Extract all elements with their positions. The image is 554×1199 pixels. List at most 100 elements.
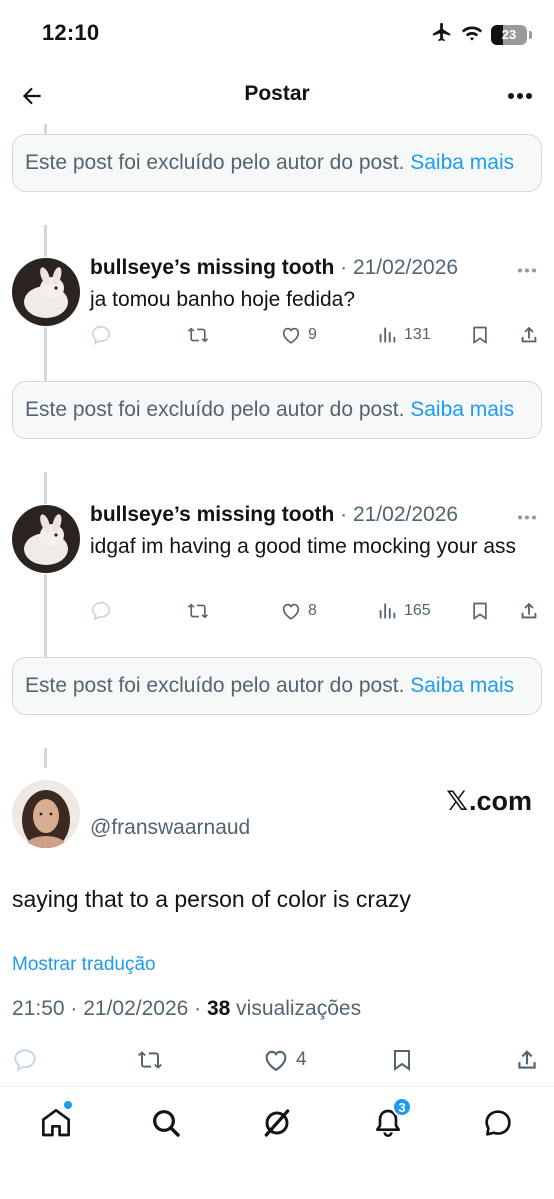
like-button[interactable]: 4 (262, 1044, 307, 1076)
repost-icon (187, 327, 209, 343)
view-count: 165 (404, 602, 431, 619)
analytics-icon (379, 603, 396, 619)
status-bar: 12:10 23 (0, 0, 554, 66)
notifications-badge: 3 (392, 1097, 412, 1117)
more-horizontal-icon (508, 93, 532, 99)
thread-line (44, 748, 47, 768)
share-icon (521, 326, 537, 343)
reply-post[interactable]: bullseye’s missing tooth · 21/02/2026 id… (0, 503, 554, 633)
post-actions: 4 (12, 1044, 542, 1076)
repost-button[interactable] (136, 1044, 164, 1076)
reply-header: bullseye’s missing tooth · 21/02/2026 (90, 503, 459, 526)
reply-button[interactable] (12, 1044, 38, 1076)
bookmark-button[interactable] (470, 596, 490, 626)
post-date: 21/02/2026 (352, 256, 459, 279)
nav-notifications[interactable]: 3 (368, 1097, 412, 1143)
like-count: 8 (308, 602, 317, 619)
bookmark-button[interactable] (470, 320, 490, 350)
bookmark-icon (394, 1050, 410, 1071)
repost-button[interactable] (186, 320, 210, 350)
avatar[interactable] (12, 505, 80, 573)
x-com-watermark: 𝕏 .com (446, 786, 532, 816)
share-button[interactable] (518, 596, 540, 626)
author-name[interactable]: bullseye’s missing tooth (90, 256, 334, 279)
views-button[interactable]: 131 (376, 320, 431, 350)
comment-icon (91, 325, 111, 345)
repost-icon (138, 1051, 162, 1069)
share-button[interactable] (514, 1044, 540, 1076)
post-text: saying that to a person of color is craz… (12, 886, 411, 912)
bookmark-icon (473, 602, 487, 621)
learn-more-link[interactable]: Saiba mais (410, 398, 514, 421)
bookmark-button[interactable] (390, 1044, 414, 1076)
comment-icon (91, 601, 111, 621)
thread-line (44, 472, 47, 504)
airplane-icon (431, 21, 453, 48)
heart-icon (282, 603, 300, 620)
heart-icon (265, 1050, 287, 1072)
battery-indicator: 23 (491, 24, 527, 45)
more-horizontal-icon (518, 268, 536, 272)
reply-actions: 9 131 (90, 320, 542, 350)
author-name[interactable]: bullseye’s missing tooth (90, 503, 334, 526)
analytics-icon (379, 327, 396, 343)
bottom-nav: 3 (0, 1086, 554, 1199)
share-button[interactable] (518, 320, 540, 350)
post-metadata: 21:50 · 21/02/2026 · 38 visualizações (12, 997, 362, 1020)
page-title: Postar (244, 82, 310, 105)
share-icon (521, 602, 537, 619)
wifi-icon (461, 23, 483, 46)
repost-icon (187, 603, 209, 619)
share-icon (518, 1050, 536, 1069)
avatar[interactable] (12, 780, 80, 848)
thread-line (44, 225, 47, 257)
reply-more-button[interactable] (514, 260, 540, 280)
reply-button[interactable] (90, 596, 112, 626)
more-horizontal-icon (518, 515, 536, 519)
post-date: 21/02/2026 (352, 503, 459, 526)
bookmark-icon (473, 326, 487, 345)
deleted-post-notice: Este post foi excluído pelo autor do pos… (12, 134, 542, 192)
view-count: 131 (404, 326, 431, 343)
search-icon (153, 1110, 180, 1137)
nav-messages[interactable] (478, 1103, 518, 1143)
status-time: 12:10 (42, 20, 100, 45)
home-notification-dot (64, 1101, 72, 1109)
reply-actions: 8 165 (90, 596, 542, 626)
thread-line (44, 124, 47, 134)
reply-header: bullseye’s missing tooth · 21/02/2026 (90, 256, 459, 279)
show-translation-link[interactable]: Mostrar tradução (12, 954, 156, 976)
reply-more-button[interactable] (514, 507, 540, 527)
reply-text: idgaf im having a good time mocking your… (90, 535, 517, 558)
deleted-post-notice: Este post foi excluído pelo autor do pos… (12, 381, 542, 439)
views-button[interactable]: 165 (376, 596, 431, 626)
chat-bubble-icon (485, 1110, 511, 1136)
like-button[interactable]: 8 (280, 596, 317, 626)
like-count: 4 (296, 1049, 307, 1070)
heart-icon (282, 327, 300, 344)
post-timestamp: 21:50 · 21/02/2026 · (12, 997, 207, 1020)
repost-button[interactable] (186, 596, 210, 626)
author-handle[interactable]: @franswaarnaud (90, 816, 250, 840)
avatar[interactable] (12, 258, 80, 326)
nav-search[interactable] (146, 1103, 186, 1143)
learn-more-link[interactable]: Saiba mais (410, 674, 514, 697)
grok-icon (264, 1109, 290, 1137)
reply-post[interactable]: bullseye’s missing tooth · 21/02/2026 ja… (0, 256, 554, 356)
deleted-post-notice: Este post foi excluído pelo autor do pos… (12, 657, 542, 715)
like-button[interactable]: 9 (280, 320, 317, 350)
battery-level: 23 (501, 27, 517, 42)
status-icons: 23 (431, 21, 532, 48)
comment-icon (14, 1049, 36, 1072)
reply-text: ja tomou banho hoje fedida? (90, 288, 356, 311)
nav-grok[interactable] (257, 1103, 297, 1143)
top-bar: Postar (0, 66, 554, 124)
views-count: 38 (206, 997, 231, 1020)
nav-home[interactable] (36, 1101, 76, 1143)
x-logo: 𝕏 (446, 786, 468, 816)
reply-button[interactable] (90, 320, 112, 350)
like-count: 9 (308, 326, 317, 343)
home-icon (42, 1109, 70, 1137)
learn-more-link[interactable]: Saiba mais (410, 151, 514, 174)
more-options-button[interactable] (504, 80, 536, 112)
